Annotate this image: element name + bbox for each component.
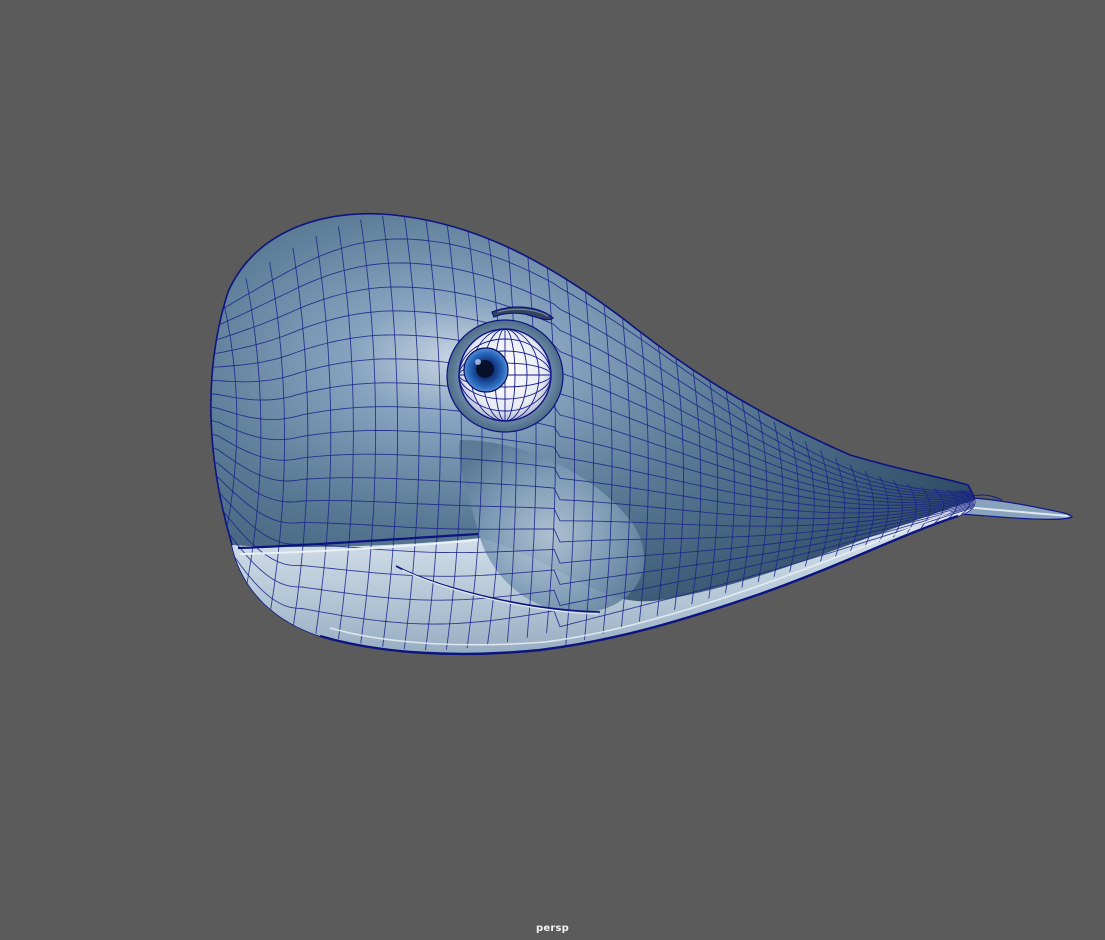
whale-body[interactable] [210, 212, 983, 700]
3d-viewport[interactable]: persp [0, 0, 1105, 940]
camera-name-label: persp [536, 923, 569, 934]
scene-canvas[interactable] [0, 0, 1105, 940]
whale-eye[interactable] [446, 319, 564, 433]
